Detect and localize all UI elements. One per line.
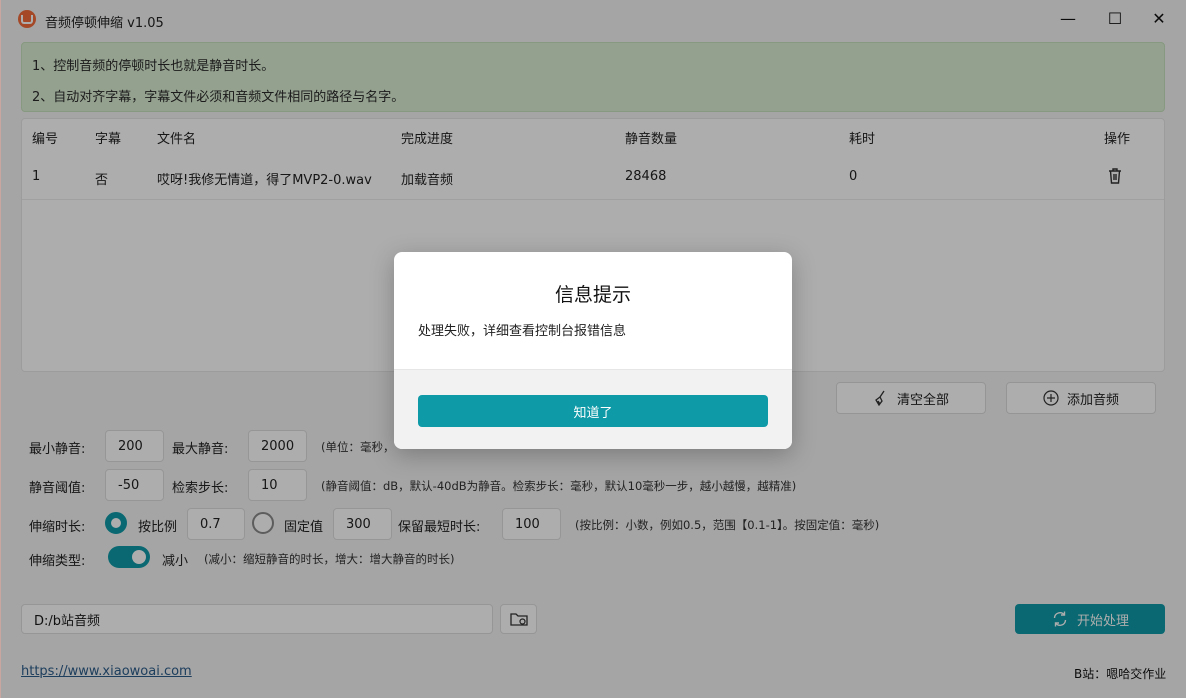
app-window: 音频停顿伸缩 v1.05 — ☐ ✕ 1、控制音频的停顿时长也就是静音时长。 2…: [0, 0, 1186, 698]
info-dialog: 信息提示 处理失败，详细查看控制台报错信息 知道了: [394, 252, 792, 449]
dialog-message: 处理失败，详细查看控制台报错信息: [418, 324, 627, 339]
dialog-footer: 知道了: [394, 369, 792, 449]
dialog-title: 信息提示: [554, 284, 631, 306]
dialog-ok-button[interactable]: 知道了: [418, 395, 768, 427]
